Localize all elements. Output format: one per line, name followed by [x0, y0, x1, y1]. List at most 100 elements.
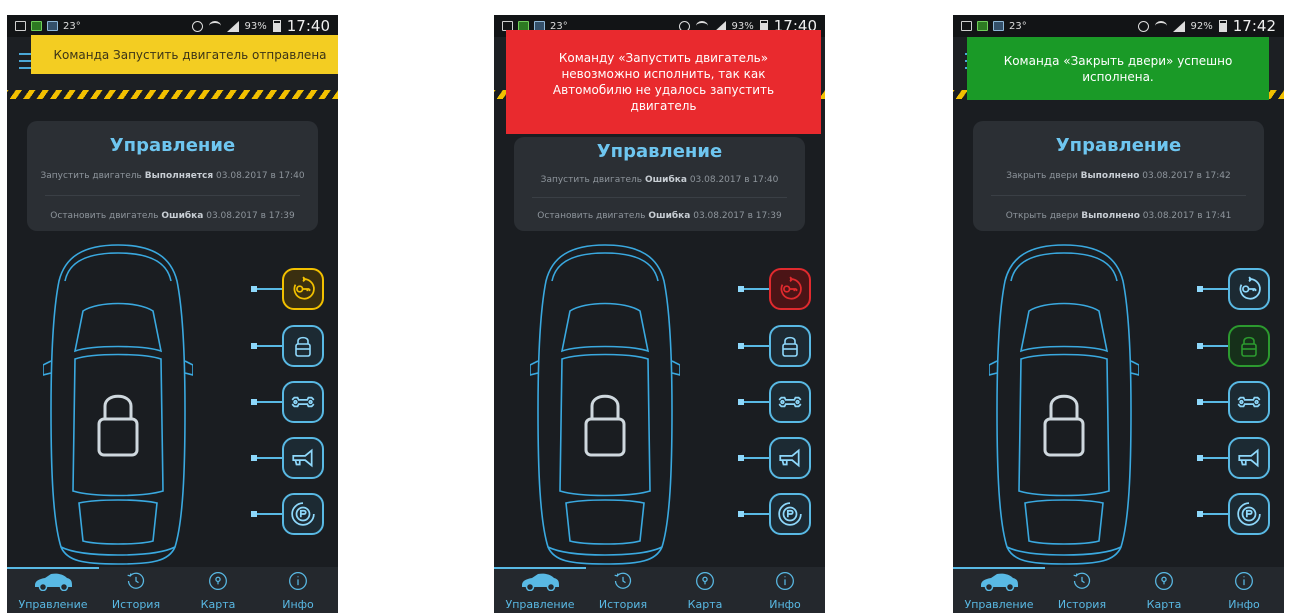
parking-button[interactable] [1228, 493, 1270, 535]
active-tab-indicator [953, 567, 1045, 569]
lock-button[interactable] [769, 325, 811, 367]
map-pin-icon [1154, 571, 1174, 591]
command-action: Запустить двигатель [40, 171, 142, 181]
battery-percent: 93% [244, 20, 267, 32]
service-button[interactable] [1228, 381, 1270, 423]
nav-item-history[interactable]: История [1041, 571, 1123, 611]
horn-button[interactable] [282, 437, 324, 479]
car-icon [520, 571, 560, 591]
parking-icon [777, 501, 803, 527]
lock-icon [778, 334, 802, 358]
card-title: Управление [109, 135, 236, 156]
engine-start-button[interactable] [282, 268, 324, 310]
engine-start-button[interactable] [769, 268, 811, 310]
command-action: Остановить двигатель [537, 211, 646, 221]
nav-item-control[interactable]: Управление [12, 571, 94, 611]
command-date: 03.08.2017 в 17:39 [206, 211, 295, 221]
screenshot-notification-icon [15, 21, 26, 31]
connector-line [251, 399, 282, 405]
nav-item-info[interactable]: Инфо [1203, 571, 1284, 611]
alarm-icon [1137, 20, 1149, 32]
command-status: Выполнено [1080, 171, 1140, 181]
engine-start-icon [290, 276, 316, 302]
lock-icon [1237, 334, 1261, 358]
screenshot-notification-icon [961, 21, 972, 31]
info-icon [775, 571, 795, 591]
nav-item-history[interactable]: История [582, 571, 664, 611]
service-button[interactable] [282, 381, 324, 423]
keyboard-notification-icon [993, 21, 1004, 31]
nav-item-map[interactable]: Карта [177, 571, 259, 611]
nav-label: Инфо [282, 598, 314, 611]
nav-label: Карта [687, 598, 723, 611]
history-icon [613, 571, 633, 591]
status-bar: 23° 93% 17:40 [7, 15, 338, 37]
nav-item-map[interactable]: Карта [1123, 571, 1205, 611]
control-card: Управление Запустить двигатель Выполняет… [27, 121, 318, 231]
divider [532, 197, 787, 198]
nav-label: История [111, 598, 161, 611]
horn-icon [290, 445, 316, 471]
info-icon [288, 571, 308, 591]
nav-item-info[interactable]: Инфо [744, 571, 825, 611]
info-icon [1234, 571, 1254, 591]
car-icon [979, 571, 1019, 591]
phone-screen-2: 23° 93% 17:40 Команду «Запустить двигате… [494, 15, 825, 613]
horn-button[interactable] [769, 437, 811, 479]
connector-line [1197, 399, 1228, 405]
signal-icon [226, 20, 239, 32]
car-outline-image [530, 241, 680, 567]
nav-label: Управление [964, 598, 1034, 611]
connector-line [251, 286, 282, 292]
status-bar: 23° 92% 17:42 [953, 15, 1284, 37]
nav-label: История [1057, 598, 1107, 611]
nav-label: Управление [18, 598, 88, 611]
horn-button[interactable] [1228, 437, 1270, 479]
car-icon [33, 571, 73, 591]
last-command-line: Запустить двигатель Выполняется 03.08.20… [27, 171, 318, 181]
engine-start-icon [777, 276, 803, 302]
wrench-icon [777, 389, 803, 415]
service-button[interactable] [769, 381, 811, 423]
previous-command-line: Остановить двигатель Ошибка 03.08.2017 в… [27, 211, 318, 221]
nav-item-control[interactable]: Управление [499, 571, 581, 611]
clock: 17:40 [286, 17, 330, 35]
active-tab-indicator [494, 567, 586, 569]
nav-item-info[interactable]: Инфо [257, 571, 338, 611]
map-pin-icon [208, 571, 228, 591]
engine-start-button[interactable] [1228, 268, 1270, 310]
last-command-line: Закрыть двери Выполнено 03.08.2017 в 17:… [973, 171, 1264, 181]
lock-button[interactable] [282, 325, 324, 367]
nav-item-history[interactable]: История [95, 571, 177, 611]
parking-button[interactable] [769, 493, 811, 535]
keyboard-notification-icon [47, 21, 58, 31]
command-action: Закрыть двери [1006, 171, 1078, 181]
command-date: 03.08.2017 в 17:39 [693, 211, 782, 221]
car-outline-image [43, 241, 193, 567]
lock-button[interactable] [1228, 325, 1270, 367]
alarm-icon [191, 20, 203, 32]
parking-icon [290, 501, 316, 527]
app-notification-icon [31, 21, 42, 31]
nav-label: Карта [200, 598, 236, 611]
nav-item-map[interactable]: Карта [664, 571, 746, 611]
app-notification-icon [977, 21, 988, 31]
command-action: Остановить двигатель [50, 211, 159, 221]
connector-line [738, 399, 769, 405]
toast-message: Команда «Закрыть двери» успешно исполнен… [967, 37, 1269, 100]
command-date: 03.08.2017 в 17:40 [689, 175, 779, 185]
connector-line [738, 511, 769, 517]
divider [45, 195, 300, 196]
connector-line [1197, 511, 1228, 517]
previous-command-line: Остановить двигатель Ошибка 03.08.2017 в… [514, 211, 805, 221]
active-tab-indicator [7, 567, 99, 569]
command-action: Открыть двери [1005, 211, 1079, 221]
battery-icon [272, 20, 281, 32]
clock: 17:42 [1232, 17, 1276, 35]
divider [991, 195, 1246, 196]
nav-item-control[interactable]: Управление [958, 571, 1040, 611]
parking-button[interactable] [282, 493, 324, 535]
nav-label: Управление [505, 598, 575, 611]
parking-icon [1236, 501, 1262, 527]
nav-label: История [598, 598, 648, 611]
